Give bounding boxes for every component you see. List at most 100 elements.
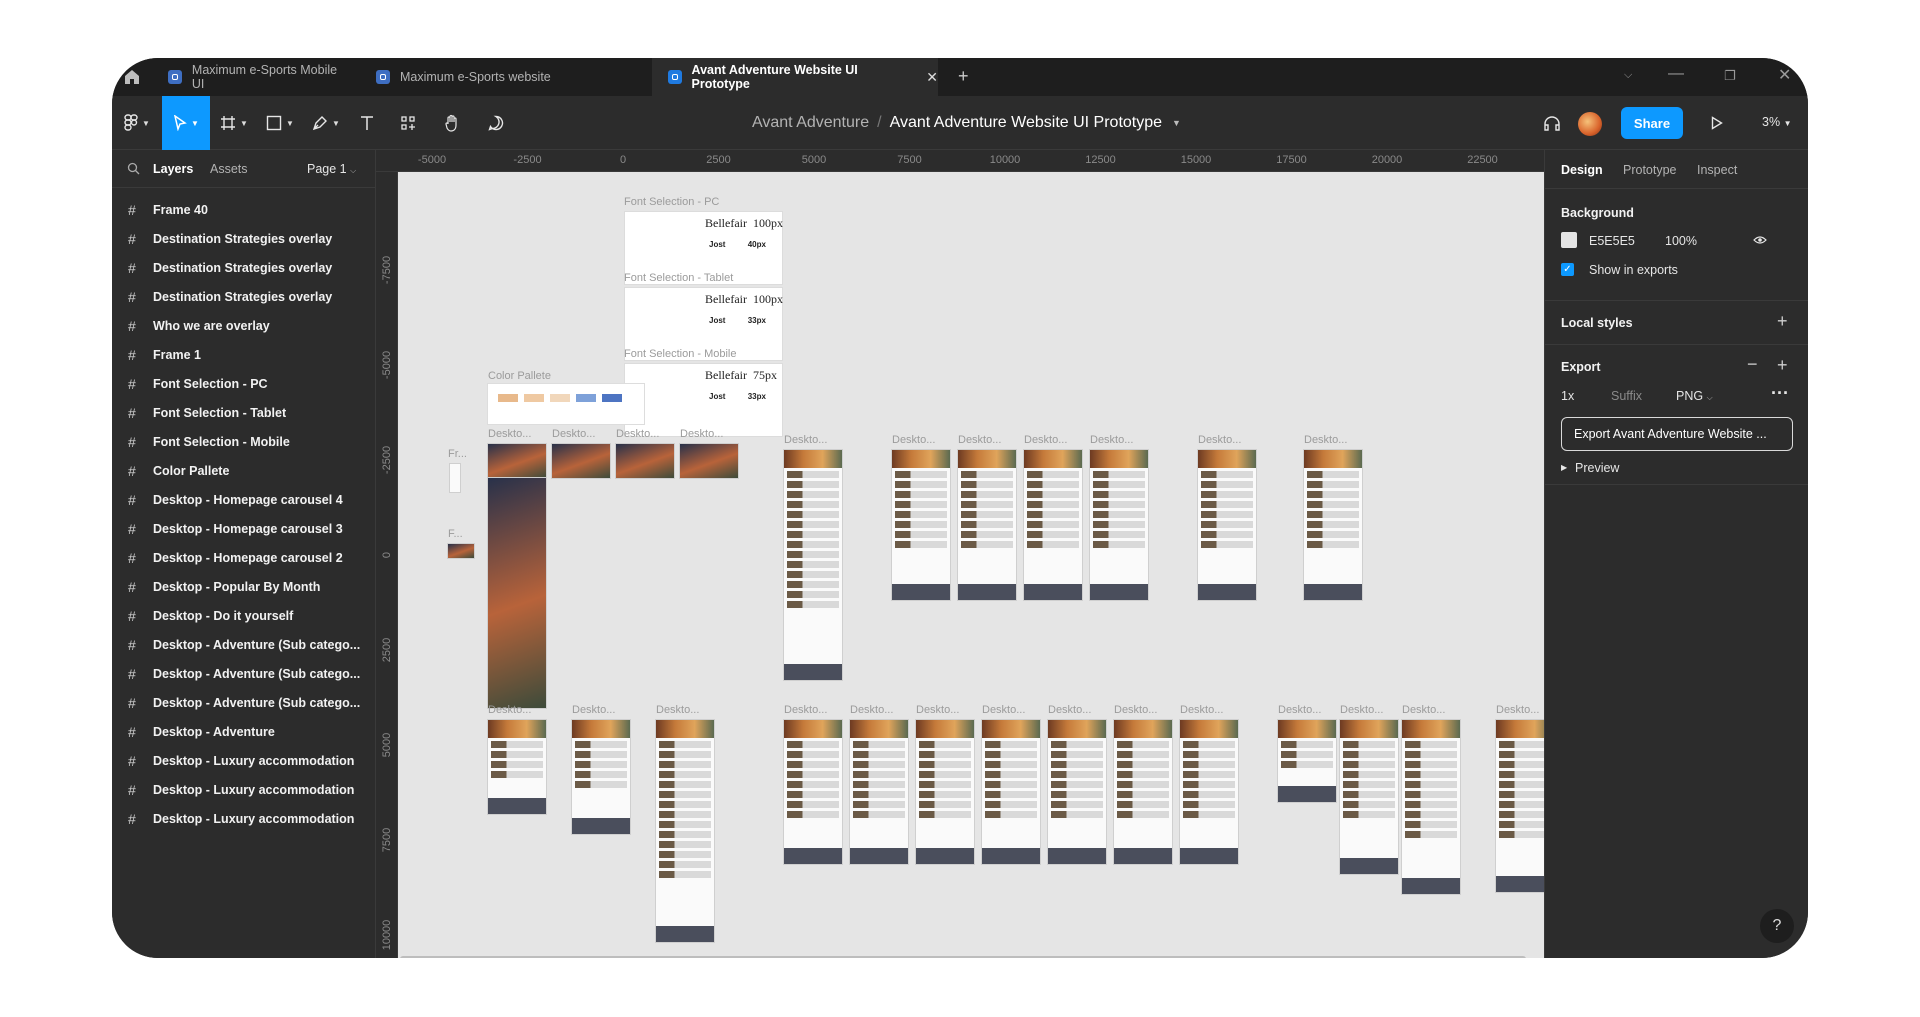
export-suffix-input[interactable]: Suffix [1611, 389, 1642, 403]
frame-content-row [919, 751, 971, 758]
remove-export-icon[interactable]: − [1747, 354, 1758, 375]
frame-thumbnail[interactable] [680, 444, 738, 478]
frame-content-row [787, 601, 839, 608]
frame-thumbnail[interactable] [958, 450, 1016, 600]
background-opacity-input[interactable]: 100% [1665, 234, 1697, 248]
font-selection-pc-label: Font Selection - PC [624, 196, 720, 208]
frame-thumbnail[interactable] [982, 720, 1040, 864]
file-name[interactable]: Avant Adventure Website UI Prototype [890, 114, 1162, 132]
page-selector[interactable]: Page 1 ⌵ [307, 162, 356, 176]
restore-icon[interactable]: ❐ [1724, 68, 1736, 84]
canvas[interactable]: Font Selection - PC Bellefair 100px Jost… [398, 172, 1544, 958]
hand-tool[interactable] [434, 96, 470, 150]
audio-button[interactable] [1537, 96, 1567, 150]
frame-thumbnail[interactable] [1402, 720, 1460, 894]
pen-tool[interactable]: ▼ [304, 96, 348, 150]
present-button[interactable] [1702, 96, 1732, 150]
frame-thumbnail[interactable] [916, 720, 974, 864]
frame-thumbnail[interactable] [1024, 450, 1082, 600]
frame-thumbnail[interactable] [1180, 720, 1238, 864]
ruler-tick-label: -5000 [381, 350, 393, 380]
frame-thumbnail[interactable] [1304, 450, 1362, 600]
frame-thumbnail[interactable] [552, 444, 610, 478]
background-swatch[interactable] [1561, 232, 1577, 248]
horizontal-scrollbar[interactable] [400, 956, 1526, 958]
tab-assets[interactable]: Assets [210, 162, 248, 176]
search-icon[interactable] [127, 162, 140, 175]
frame-thumbnail[interactable] [1278, 720, 1336, 802]
frame-thumbnail[interactable] [488, 720, 546, 814]
frame-thumbnail[interactable] [616, 444, 674, 478]
frame-thumbnail[interactable] [448, 544, 474, 558]
font-selection-mobile-card[interactable]: Bellefair 75px Jost 33px [625, 364, 782, 436]
caret-right-icon[interactable]: ▶ [1561, 463, 1567, 472]
export-format-select[interactable]: PNG ⌵ [1676, 389, 1713, 403]
frame-tool[interactable]: ▼ [212, 96, 256, 150]
main-menu-button[interactable]: ▼ [118, 96, 156, 150]
frame-thumbnail[interactable] [450, 464, 460, 492]
chevron-down-icon[interactable]: ▼ [1172, 118, 1181, 128]
frame-thumbnail[interactable] [1090, 450, 1148, 600]
frame-thumbnail[interactable] [488, 444, 546, 478]
frame-thumbnail[interactable] [784, 720, 842, 864]
tab-prototype[interactable]: Prototype [1623, 163, 1677, 177]
export-button[interactable]: Export Avant Adventure Website ... [1561, 417, 1793, 451]
comment-tool[interactable] [478, 96, 514, 150]
help-button[interactable]: ? [1760, 909, 1794, 943]
frame-thumbnail[interactable] [572, 720, 630, 834]
background-hex-input[interactable]: E5E5E5 [1589, 234, 1635, 248]
tab-maximum-esports-mobile[interactable]: Maximum e-Sports Mobile UI [152, 58, 352, 96]
frame-content-row [787, 591, 839, 598]
frame-footer [1304, 584, 1362, 600]
text-tool[interactable] [350, 96, 384, 150]
frame-thumbnail[interactable] [1048, 720, 1106, 864]
frame-thumbnail[interactable] [850, 720, 908, 864]
project-name[interactable]: Avant Adventure [752, 114, 869, 132]
tab-layers[interactable]: Layers [153, 162, 193, 176]
resources-tool[interactable] [390, 96, 426, 150]
frame-thumbnail[interactable] [1496, 720, 1544, 892]
frame-footer [1402, 878, 1460, 894]
eye-icon[interactable] [1753, 235, 1767, 245]
close-window-icon[interactable]: ✕ [1778, 65, 1791, 85]
add-style-icon[interactable]: + [1777, 311, 1788, 332]
show-in-exports-checkbox[interactable]: ✓ [1561, 263, 1574, 276]
avatar[interactable] [1578, 112, 1602, 136]
frame-thumbnail[interactable] [488, 478, 546, 708]
color-palette-frame[interactable] [488, 384, 644, 424]
home-icon[interactable] [122, 67, 142, 87]
export-settings-icon[interactable]: ··· [1771, 383, 1789, 404]
tab-maximum-esports-website[interactable]: Maximum e-Sports website [352, 58, 552, 96]
frame-content-row [1117, 741, 1169, 748]
frame-thumbnail[interactable] [892, 450, 950, 600]
frame-content-row [1307, 521, 1359, 528]
layer-item[interactable]: # Desktop - Luxury accommodation [112, 801, 376, 837]
add-export-icon[interactable]: + [1777, 355, 1788, 376]
frame-hero [892, 450, 950, 468]
frame-thumbnail[interactable] [1340, 720, 1398, 874]
frame-content-row [787, 571, 839, 578]
preview-toggle[interactable]: Preview [1575, 461, 1619, 475]
close-tab-icon[interactable]: ✕ [926, 69, 938, 86]
export-scale-input[interactable]: 1x [1561, 389, 1574, 403]
tab-avant-adventure[interactable]: Avant Adventure Website UI Prototype ✕ [652, 58, 938, 96]
share-button[interactable]: Share [1621, 107, 1683, 139]
frame-thumbnail[interactable] [656, 720, 714, 942]
frame-thumbnail[interactable] [1114, 720, 1172, 864]
new-tab-icon[interactable]: + [958, 66, 969, 87]
tab-design[interactable]: Design [1561, 163, 1603, 177]
export-title: Export [1561, 360, 1601, 374]
chevron-down-icon[interactable]: ⌵ [1624, 69, 1632, 82]
figma-file-icon [668, 70, 682, 84]
frame-icon: # [128, 434, 136, 450]
frame-content-row [895, 491, 947, 498]
minimize-icon[interactable]: — [1668, 65, 1684, 83]
layer-name: Desktop - Luxury accommodation [153, 812, 355, 826]
move-tool[interactable]: ▼ [162, 96, 210, 150]
tab-inspect[interactable]: Inspect [1697, 163, 1737, 177]
frame-thumbnail[interactable] [1198, 450, 1256, 600]
frame-footer [1090, 584, 1148, 600]
shape-tool[interactable]: ▼ [258, 96, 302, 150]
zoom-menu[interactable]: 3% ▼ [1762, 115, 1791, 129]
frame-thumbnail[interactable] [784, 450, 842, 680]
